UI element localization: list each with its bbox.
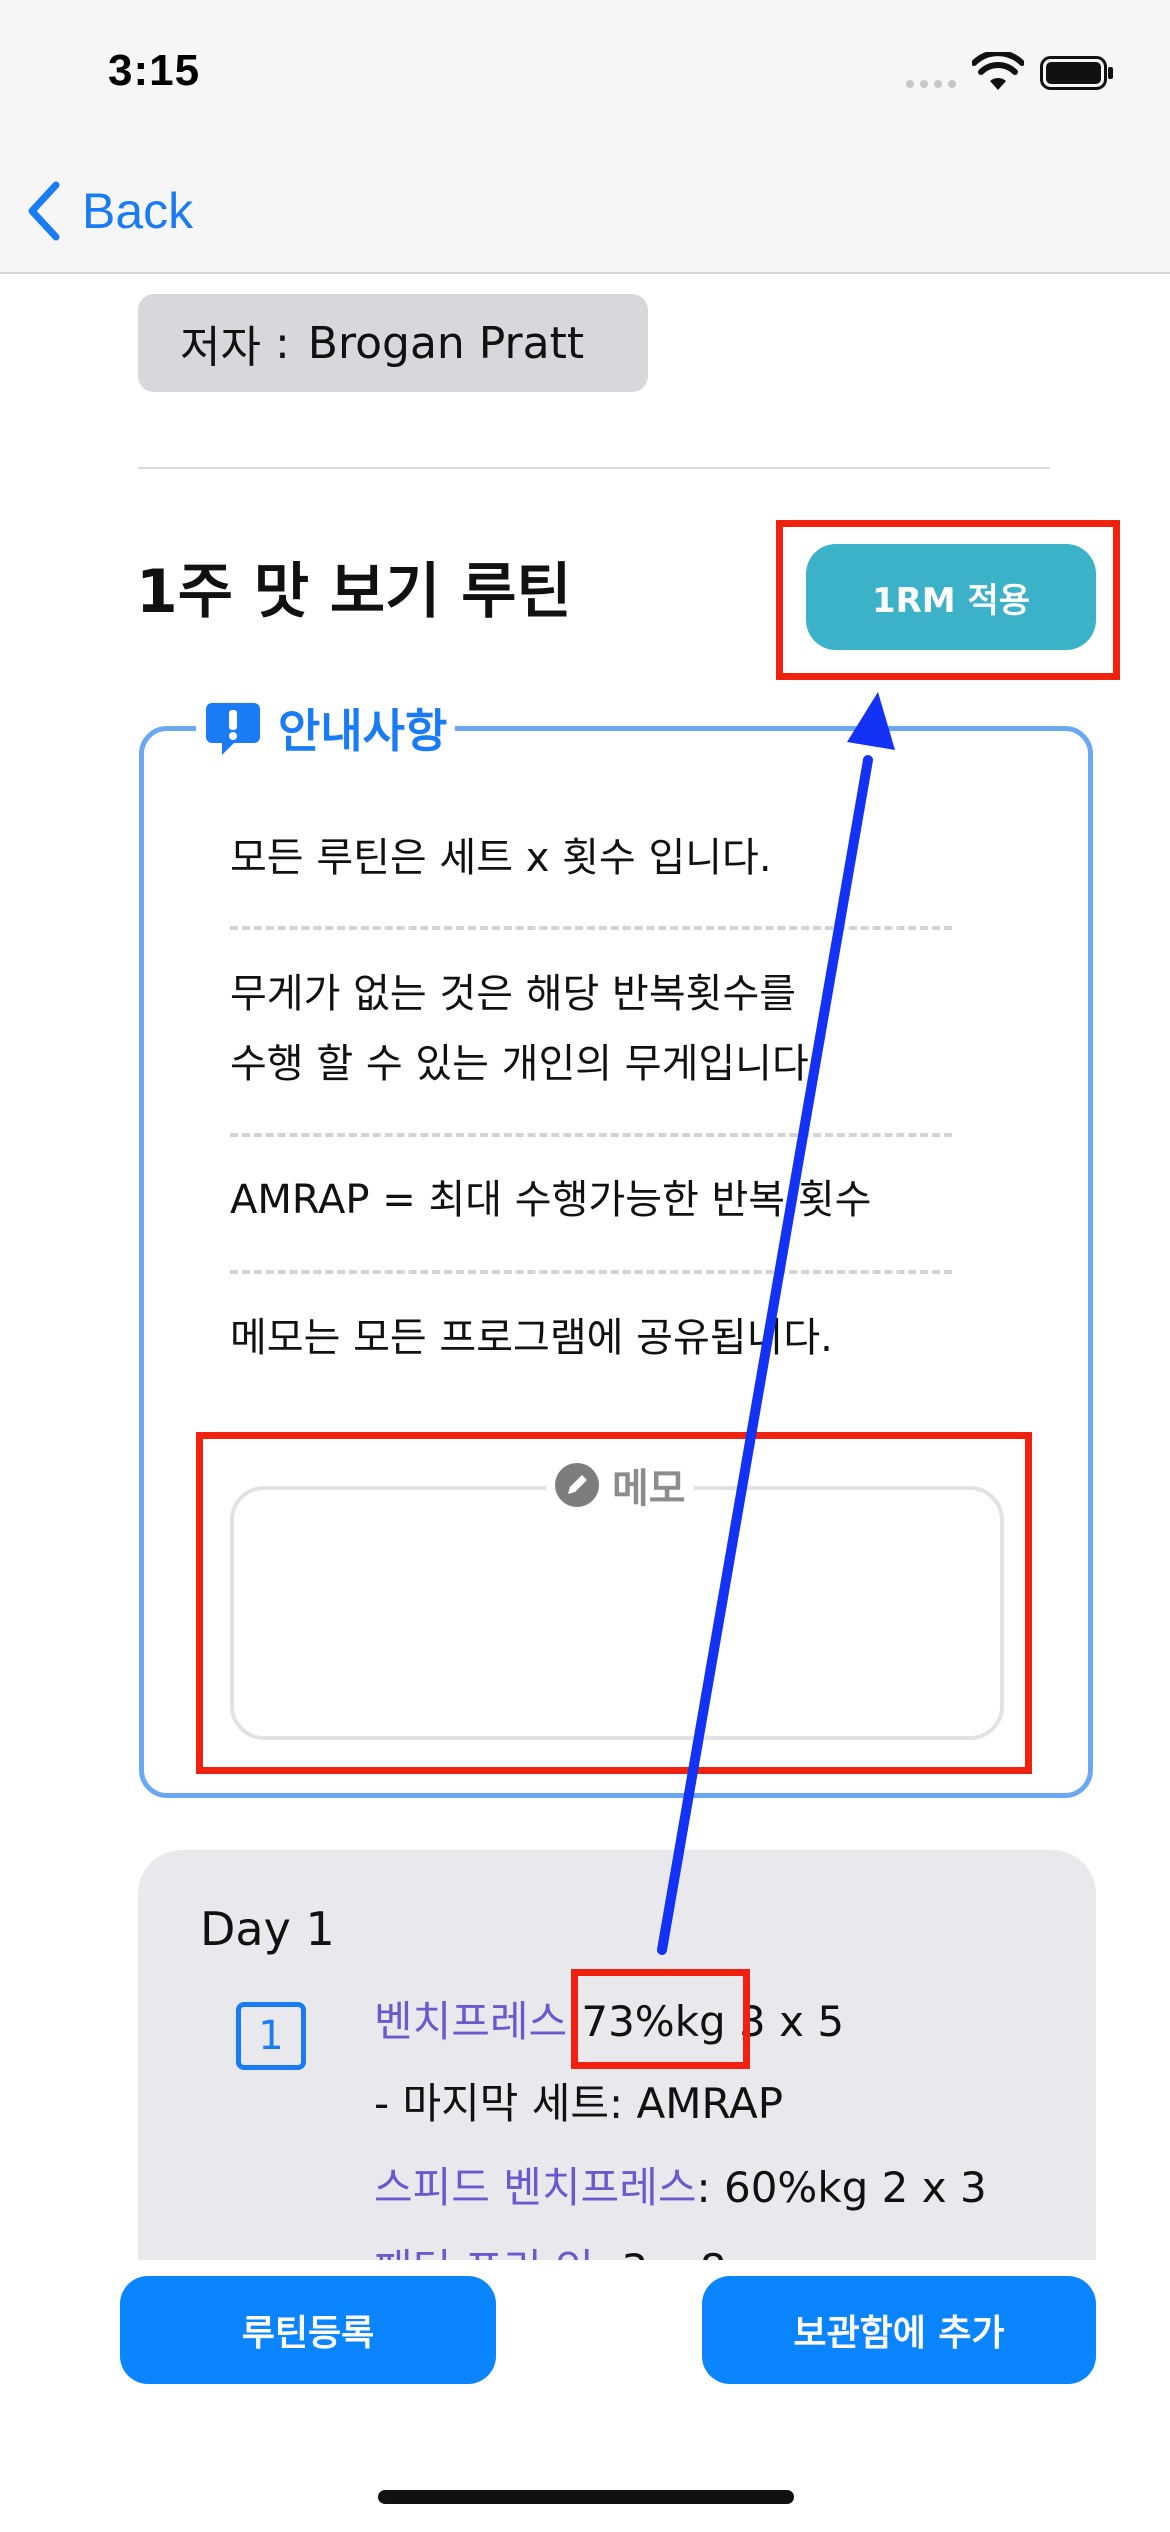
register-routine-button[interactable]: 루틴등록: [120, 2276, 496, 2384]
battery-icon: [1040, 56, 1113, 90]
wifi-icon: [972, 52, 1024, 90]
notice-item: 무게가 없는 것은 해당 반복횟수를: [230, 971, 797, 1017]
exclamation-bubble-icon: [206, 703, 260, 755]
author-label: 저자: [180, 322, 261, 373]
routine-title: 1주 맛 보기 루틴: [136, 557, 572, 627]
chevron-left-icon: [28, 181, 60, 241]
highlight-box-memo: [196, 1432, 1032, 1774]
exercise-detail: 60%kg 2 x 3: [710, 2163, 987, 2212]
exercise-line: 패턴 프리 인: 3 x 8: [374, 2236, 726, 2260]
status-time: 3:15: [108, 46, 201, 95]
back-button[interactable]: Back: [24, 176, 193, 246]
highlight-box-percent: [571, 1969, 750, 2069]
notice-item: 모든 루틴은 세트 x 횟수 입니다.: [230, 835, 772, 881]
exercise-name-link[interactable]: 벤치프레스: [374, 1997, 567, 2046]
day-number-badge: 1: [236, 2002, 306, 2070]
home-indicator: [378, 2490, 794, 2504]
author-chip: 저자 : Brogan Pratt: [138, 294, 648, 392]
notice-legend: 안내사항: [196, 696, 456, 760]
notice-item: 메모는 모든 프로그램에 공유됩니다.: [230, 1315, 833, 1361]
highlight-box-1rm: [776, 520, 1120, 680]
exercise-separator: :: [696, 2163, 711, 2212]
exercise-name-link[interactable]: 패턴 프리 인: [374, 2245, 594, 2260]
exercise-name-link[interactable]: 스피드 벤치프레스: [374, 2163, 696, 2212]
dashed-divider: [230, 926, 952, 930]
notice-title: 안내사항: [278, 704, 448, 758]
exercise-detail: 3 x 8: [608, 2245, 726, 2260]
back-label: Back: [82, 183, 194, 239]
navigation-bar: Back: [0, 150, 1170, 274]
status-bar: 3:15: [0, 0, 1170, 150]
notice-item: 수행 할 수 있는 개인의 무게입니다.: [230, 1041, 822, 1087]
day-title: Day 1: [200, 1902, 335, 1956]
exercise-separator: :: [594, 2245, 608, 2260]
notice-item: AMRAP = 최대 수행가능한 반복 횟수: [230, 1177, 872, 1223]
exercise-line: - 마지막 세트: AMRAP: [374, 2070, 783, 2131]
cellular-dots-icon: [906, 80, 956, 88]
dashed-divider: [230, 1133, 952, 1137]
exercise-detail: - 마지막 세트: AMRAP: [374, 2079, 784, 2128]
author-separator: :: [274, 317, 290, 369]
exercise-line: 스피드 벤치프레스: 60%kg 2 x 3: [374, 2154, 987, 2215]
section-divider: [138, 467, 1050, 469]
dashed-divider: [230, 1270, 952, 1274]
author-name: Brogan Pratt: [307, 317, 585, 369]
add-to-archive-button[interactable]: 보관함에 추가: [702, 2276, 1096, 2384]
